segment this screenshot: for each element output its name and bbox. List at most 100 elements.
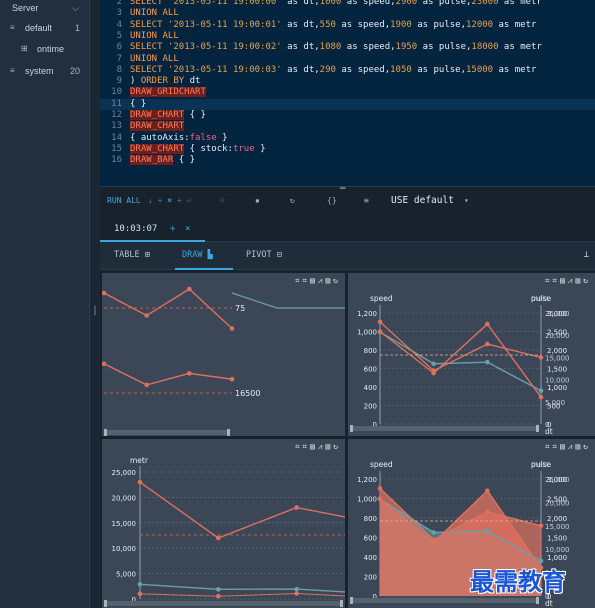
metr-series [103,363,233,386]
code-token: { } [173,155,196,166]
axis-name-metr: metr [130,456,149,465]
code-token: as dt, [281,19,320,30]
sidebar-item-server[interactable]: Server ⌵ [0,0,90,18]
code-token: 1950 [395,42,418,53]
y-tick-label: 1,200 [357,310,377,318]
code-line[interactable]: 2 SELECT '2013-05-11 19:00:00' as dt,1000… [100,0,595,8]
chevron-down-icon[interactable]: ▾ [464,196,469,205]
code-line[interactable]: 15 DRAW_CHART { stock:true } [100,143,595,155]
line-number: 8 [116,64,122,75]
result-tab[interactable]: 10:03:07 ✈ × [100,220,205,242]
code-token: as metr [498,0,542,7]
menu-icon[interactable]: ≡ [364,196,369,205]
pulse-series [231,292,345,309]
tab-pivot[interactable]: PIVOT ⊟ [246,250,282,260]
chart-toolbox[interactable]: ⌗⌗▤⩘▥↻ [295,276,341,286]
pin-icon[interactable]: ⊥ [584,250,589,260]
code-token: '2013-05-11 19:00:02' [167,42,282,53]
y-tick-label: 600 [364,535,377,543]
watermark: 最需教育 [470,568,566,596]
run-options-icons[interactable]: ⇣ + ✖ + ⏎ [148,196,191,205]
run-all-button[interactable]: RUN ALL [107,196,141,205]
chart-panel-3[interactable]: metr 25,000 20,000 15,000 10,000 5,000 0 ⌗⌗▤⩘▥… [102,439,345,608]
x-axis-name: dt [545,599,553,608]
code-token: DRAW_BAR [130,155,174,166]
chart-toolbox[interactable]: ⌗⌗▤⩘▥↻ [295,442,341,452]
code-token: as metr [498,42,542,53]
datazoom-handle [104,429,107,436]
y2-tick-label: 1,000 [547,384,567,392]
code-line[interactable]: 7 UNION ALL [100,54,595,65]
markline-label: 75 [235,304,245,313]
code-line[interactable]: 6 SELECT '2013-05-11 19:00:02' as dt,1080… [100,42,595,53]
y2-tick-label: 1,000 [547,554,567,562]
tab-pivot-label: PIVOT [246,250,272,260]
line-number: 14 [111,132,122,143]
sidebar-item-default[interactable]: ≡ default 1 [0,20,90,38]
metr-series-point [377,486,383,491]
y-tick-label: 1,000 [357,329,377,337]
metr-series-point [294,505,299,510]
code-token: SELECT [130,0,168,7]
code-line[interactable]: 3 UNION ALL [100,8,595,19]
code-token: as dt, [281,64,320,75]
tab-table[interactable]: TABLE ⊞ [114,250,150,260]
axis-name-speed: speed [370,294,393,303]
metr-series-point [485,509,490,515]
chart-panel-2[interactable]: speed pulse metr 1,200 1,000 800 600 400 200 0 3,0… [348,273,595,436]
speed-series-point [216,593,221,599]
chevron-down-icon[interactable]: ⌵ [72,3,79,14]
result-tab-label: 10:03:07 [114,224,158,234]
sidebar-item-ontime[interactable]: ⊞ ontime [0,41,90,59]
code-line[interactable]: 5 UNION ALL [100,31,595,42]
history-icon[interactable]: ↻ [290,196,295,205]
code-line[interactable]: 4 SELECT '2013-05-11 19:00:01' as dt,550 … [100,20,595,31]
chart-panel-1[interactable]: 75 16500 ⌗⌗▤⩘▥↻ [102,273,345,436]
code-line[interactable]: 11 { } [100,98,595,110]
code-line[interactable]: 12 DRAW_CHART { } [100,110,595,121]
metr-series-point [187,371,192,376]
pulse-series-point [216,587,221,592]
pin-icon[interactable]: ✈ [170,224,175,234]
y-tick-label: 400 [364,554,377,562]
datazoom-handle [340,600,343,607]
datazoom-handle [104,600,107,607]
y-tick-label: 5,000 [116,571,136,579]
code-line[interactable]: 14 { autoAxis:false } [100,133,595,144]
code-token: SELECT [130,42,168,53]
close-icon[interactable]: × [185,224,190,234]
code-line[interactable]: 9) ORDER BY dt [100,76,595,87]
chart-toolbox[interactable]: ⌗⌗▤⩘▥↻ [545,442,591,452]
save-icon[interactable]: ▪ [255,196,260,205]
code-token: as pulse, [411,19,466,30]
code-line[interactable]: 8 SELECT '2013-05-11 19:00:03' as dt,290 … [100,65,595,76]
pivot-icon: ⊟ [276,250,282,260]
speed-series [379,323,542,398]
code-token: { } [184,110,206,120]
y3-tick-label: 10,000 [545,377,570,385]
sidebar-item-label: system [25,66,54,76]
y3-tick-label: 15,000 [545,523,570,531]
code-line[interactable]: 10 DRAW_GRIDCHART [100,87,595,98]
code-token: as metr [493,64,537,75]
speed-series-point [294,591,299,596]
pulse-series-point [431,530,436,535]
sql-editor[interactable]: 2 SELECT '2013-05-11 19:00:00' as dt,1000… [100,0,595,186]
expand-icon[interactable]: ⁘ [219,196,226,205]
y-tick-label: 25,000 [112,469,137,477]
code-line[interactable]: 13 DRAW_CHART [100,121,595,132]
tab-draw[interactable]: DRAW ▙ [182,250,213,260]
code-token: as pulse, [417,0,472,7]
sidebar-item-system[interactable]: ≡ system 20 [0,63,90,81]
format-code-icon[interactable]: {} [327,196,337,205]
bar-chart-icon: ▙ [207,250,213,260]
view-tabs: TABLE ⊞ DRAW ▙ PIVOT ⊟ ⊥ [100,242,595,270]
chart-toolbox[interactable]: ⌗⌗▤⩘▥↻ [545,276,591,286]
code-line[interactable]: 16 DRAW_BAR { } [100,155,595,166]
datazoom-slider [350,426,539,431]
database-select[interactable]: USE default [391,195,454,206]
datazoom-handle [536,425,539,432]
sidebar-resize-handle[interactable]: || [92,305,104,317]
pulse-series-point [485,528,490,534]
y3-tick-label: 20,000 [545,332,570,340]
